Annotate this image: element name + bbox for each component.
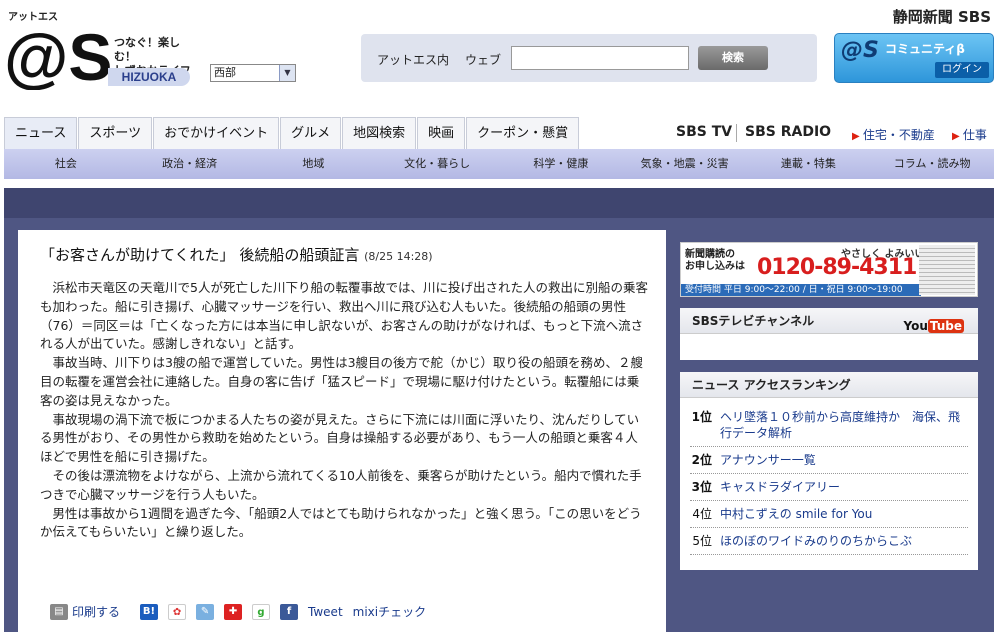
ranking-link[interactable]: アナウンサー一覧 (720, 452, 968, 468)
jobs-link[interactable]: ▶ 仕事 (952, 126, 987, 143)
youtube-logo[interactable]: You Tube (903, 313, 964, 339)
ranking-item: 1位 ヘリ墜落１０秒前から高度維持か 海保、飛行データ解析 (690, 404, 968, 447)
search-box: アットエス内 ウェブ 検索 (361, 34, 817, 82)
nav-divider (736, 124, 737, 142)
article-paragraph: 男性は事故から1週間を過ぎた今、「船頭2人ではとても助けられなかった」と強く思う… (40, 505, 642, 540)
region-select[interactable]: 西部 ▼ (210, 64, 296, 82)
ranking-link[interactable]: キャスドラダイアリー (720, 479, 968, 495)
logo-at-s: @S (4, 20, 112, 90)
ranking-item: 4位 中村こずえの smile for You (690, 501, 968, 528)
article-date: (8/25 14:28) (364, 250, 433, 263)
sbs-tv-link[interactable]: SBS TV (676, 124, 732, 140)
jobs-link-label: 仕事 (962, 128, 987, 142)
tab-gourmet[interactable]: グルメ (280, 117, 342, 149)
ranking-position: 4位 (692, 507, 712, 521)
ranking-position: 2位 (691, 453, 712, 467)
google-bookmark-icon[interactable]: g (252, 603, 271, 620)
livedoor-clip-icon[interactable]: ✿ (168, 603, 187, 620)
publisher-name[interactable]: 静岡新聞 SBS (893, 6, 991, 27)
ranking-list: 1位 ヘリ墜落１０秒前から高度維持か 海保、飛行データ解析 2位 アナウンサー一覧 … (680, 398, 978, 555)
subnav-columns[interactable]: コラム・読み物 (870, 149, 994, 179)
ranking-panel: ニュース アクセスランキング 1位 ヘリ墜落１０秒前から高度維持か 海保、飛行デー… (680, 372, 978, 570)
ad-line2: お申し込みは (685, 261, 745, 272)
subnav-features[interactable]: 連載・特集 (747, 149, 871, 179)
chevron-down-icon: ▼ (279, 65, 295, 81)
buzzurl-icon[interactable]: ✚ (224, 603, 243, 620)
sbs-channel-panel: SBSテレビチャンネル You Tube (680, 308, 978, 360)
delicious-icon[interactable]: ✎ (196, 603, 215, 620)
search-input[interactable] (511, 46, 689, 70)
tab-sports[interactable]: スポーツ (78, 117, 153, 149)
article-paragraph: その後は漂流物をよけながら、上流から流れてくる10人前後を、乗客らが助けたという… (40, 467, 642, 502)
housing-link-label: 住宅・不動産 (862, 128, 935, 142)
youtube-tube: Tube (927, 319, 964, 333)
tagline-line1: つなぐ！楽しむ！ (114, 36, 180, 63)
main-nav: ニュース スポーツ おでかけイベント グルメ 地図検索 映画 クーポン・懸賞 (4, 117, 580, 149)
ranking-link[interactable]: ヘリ墜落１０秒前から高度維持か 海保、飛行データ解析 (720, 409, 968, 441)
article: 「お客さんが助けてくれた」 後続船の船頭証言 (8/25 14:28) 浜松市天… (18, 230, 666, 632)
print-label: 印刷する (72, 605, 121, 619)
community-login-button[interactable]: ログイン (935, 62, 989, 78)
article-paragraph: 浜松市天竜区の天竜川で5人が死亡した川下り船の転覆事故では、川に投げ出された人の… (40, 280, 648, 352)
article-body: 浜松市天竜区の天竜川で5人が死亡した川下り船の転覆事故では、川に投げ出された人の… (40, 279, 648, 542)
community-label: コミュニティβ (885, 42, 965, 56)
search-scope-web[interactable]: ウェブ (465, 51, 501, 68)
site-logo[interactable]: アットエス @S つなぐ！楽しむ！ しずおかライフ HIZUOKA (4, 6, 194, 94)
subnav-culture[interactable]: 文化・暮らし (375, 149, 499, 179)
ad-label: 新聞購読の お申し込みは (685, 249, 745, 273)
ranking-position: 3位 (691, 480, 712, 494)
tab-events[interactable]: おでかけイベント (153, 117, 280, 149)
share-bar: ▤ 印刷する B! ✿ ✎ ✚ g f Tweet mixiチェック (50, 603, 426, 620)
ranking-header: ニュース アクセスランキング (680, 372, 978, 398)
content-header-band (4, 188, 994, 218)
tab-map[interactable]: 地図検索 (342, 117, 417, 149)
subnav-weather[interactable]: 気象・地震・災害 (623, 149, 747, 179)
sbs-radio-link[interactable]: SBS RADIO (745, 124, 831, 140)
ranking-item: 5位 ほのぼのワイドみのりのちからこぶ (690, 528, 968, 555)
youtube-you: You (903, 319, 928, 333)
ranking-position: 5位 (692, 534, 712, 548)
sub-nav: 社会 政治・経済 地域 文化・暮らし 科学・健康 気象・地震・災害 連載・特集 … (4, 149, 994, 179)
ranking-item: 2位 アナウンサー一覧 (690, 447, 968, 474)
hatena-bookmark-icon[interactable]: B! (140, 603, 159, 620)
tab-coupons[interactable]: クーポン・懸賞 (466, 117, 580, 149)
subnav-region[interactable]: 地域 (252, 149, 376, 179)
search-scope-site[interactable]: アットエス内 (377, 51, 449, 68)
community-brand: @S (841, 38, 879, 63)
region-value: 西部 (214, 66, 236, 79)
arrow-right-icon: ▶ (952, 131, 963, 142)
subscription-ad[interactable]: 新聞購読の お申し込みは やさしく よみいい 0120-89-4311 受付時間… (680, 242, 978, 297)
ranking-position: 1位 (691, 410, 712, 424)
printer-icon: ▤ (50, 603, 68, 620)
article-paragraph: 事故現場の渦下流で板につかまる人たちの姿が見えた。さらに下流には川面に浮いたり、… (40, 411, 640, 465)
ranking-item: 3位 キャスドラダイアリー (690, 474, 968, 501)
article-title: 「お客さんが助けてくれた」 後続船の船頭証言 (40, 246, 360, 264)
ad-line1: 新聞購読の (685, 249, 735, 260)
arrow-right-icon: ▶ (852, 131, 863, 142)
ad-phone: 0120-89-4311 (757, 255, 917, 280)
print-link[interactable]: ▤ 印刷する (50, 603, 120, 620)
ranking-link[interactable]: 中村こずえの smile for You (720, 506, 968, 522)
housing-link[interactable]: ▶ 住宅・不動産 (852, 126, 935, 143)
facebook-icon[interactable]: f (280, 603, 299, 620)
tweet-link[interactable]: Tweet (308, 605, 343, 619)
subnav-politics[interactable]: 政治・経済 (128, 149, 252, 179)
search-button[interactable]: 検索 (698, 46, 768, 70)
ranking-link[interactable]: ほのぼのワイドみのりのちからこぶ (720, 533, 968, 549)
article-headline: 「お客さんが助けてくれた」 後続船の船頭証言 (8/25 14:28) (40, 244, 648, 265)
article-paragraph: 事故当時、川下りは3艘の船で運営していた。男性は3艘目の後方で舵（かじ）取り役の… (40, 355, 644, 408)
sbs-channel-header[interactable]: SBSテレビチャンネル You Tube (680, 308, 978, 334)
logo-sub: HIZUOKA (108, 68, 190, 86)
subnav-society[interactable]: 社会 (4, 149, 128, 179)
mixi-check-link[interactable]: mixiチェック (353, 603, 426, 620)
tab-news[interactable]: ニュース (4, 117, 78, 149)
logo-mark: アットエス @S (4, 11, 112, 94)
subnav-science[interactable]: 科学・健康 (499, 149, 623, 179)
ad-hours: 受付時間 平日 9:00～22:00 / 日・祝日 9:00～19:00 (681, 284, 921, 296)
newspaper-image (919, 245, 975, 295)
tab-movies[interactable]: 映画 (417, 117, 466, 149)
sbs-channel-title: SBSテレビチャンネル (692, 314, 815, 328)
community-banner[interactable]: @S コミュニティβ ログイン (834, 33, 994, 83)
